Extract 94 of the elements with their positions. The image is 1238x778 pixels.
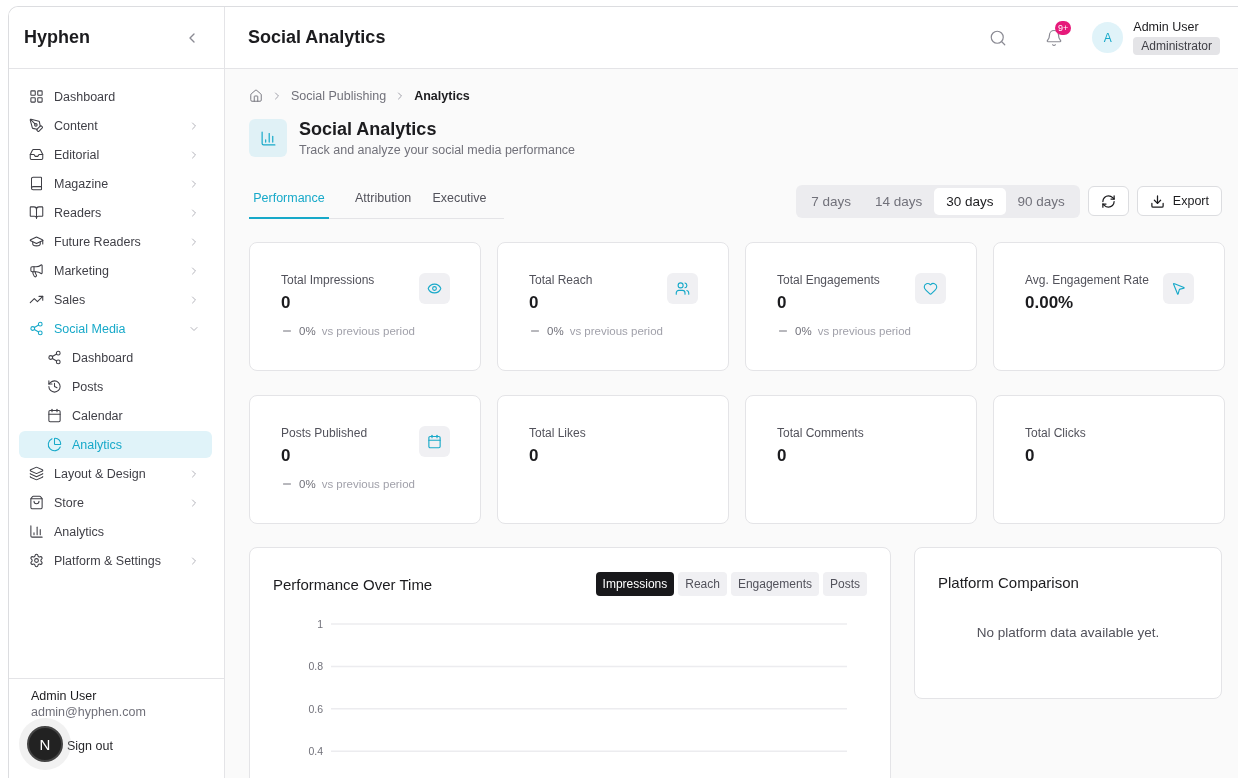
sidebar-item[interactable]: Platform & Settings: [19, 547, 212, 574]
comparison-text: vs previous period: [817, 325, 911, 337]
home-icon[interactable]: [249, 89, 263, 103]
metric-change: 0%: [299, 478, 316, 490]
metric-label: Total Likes: [529, 426, 586, 440]
bar-chart-icon: [249, 119, 287, 157]
page-title: Social Analytics: [299, 119, 438, 140]
megaphone-icon: [29, 263, 44, 278]
metric-value: 0: [529, 446, 540, 466]
sidebar-subitem[interactable]: Calendar: [19, 402, 212, 429]
metric-toggle[interactable]: Engagements: [730, 572, 819, 596]
metric-value: 0: [777, 293, 788, 313]
range-option[interactable]: 90 days: [1005, 187, 1077, 215]
refresh-icon: [1100, 193, 1116, 209]
metric-change: 0%: [547, 325, 564, 337]
comparison-text: vs previous period: [321, 325, 415, 337]
calendar-icon: [47, 408, 62, 423]
range-option[interactable]: 30 days: [934, 187, 1006, 215]
chart-title: Performance Over Time: [273, 575, 433, 593]
metric-label: Avg. Engagement Rate: [1025, 273, 1149, 287]
pen-icon: [29, 118, 44, 133]
metric-value: 0: [281, 446, 292, 466]
user-name: Admin User: [31, 689, 98, 703]
sidebar-item[interactable]: Content: [19, 112, 212, 139]
eye-icon: [419, 273, 450, 304]
graduation-cap-icon: [29, 234, 44, 249]
metric-label: Total Engagements: [777, 273, 881, 287]
pie-chart-icon: [47, 437, 62, 452]
comparison-text: vs previous period: [569, 325, 663, 337]
sidebar-item[interactable]: Magazine: [19, 170, 212, 197]
metric-value: 0.00%: [1025, 293, 1075, 313]
axis-label: 0.6: [308, 702, 323, 715]
notifications-button[interactable]: 9+: [1034, 19, 1075, 56]
metric-toggle[interactable]: Posts: [823, 572, 867, 596]
empty-message: No platform data available yet.: [975, 625, 1161, 640]
layers-icon: [29, 466, 44, 481]
share-icon: [29, 321, 44, 336]
sidebar-item[interactable]: Sales: [19, 286, 212, 313]
metric-value: 0: [281, 293, 292, 313]
brand-name: Hyphen: [24, 27, 90, 48]
breadcrumb-link[interactable]: Social Publishing: [291, 89, 387, 103]
axis-label: 0.4: [308, 745, 323, 758]
sidebar-item[interactable]: Future Readers: [19, 228, 212, 255]
sidebar-item[interactable]: Store: [19, 489, 212, 516]
metric-label: Total Reach: [529, 273, 594, 287]
sidebar-subitem[interactable]: Posts: [19, 373, 212, 400]
axis-label: 1: [317, 618, 323, 630]
axis-label: 0.8: [308, 660, 323, 673]
share-icon: [47, 350, 62, 365]
users-icon: [667, 273, 698, 304]
metric-label: Total Clicks: [1025, 426, 1086, 440]
sidebar-item[interactable]: Dashboard: [19, 83, 212, 110]
calendar-icon: [419, 426, 450, 457]
metric-label: Total Impressions: [281, 273, 376, 287]
range-option[interactable]: 7 days: [799, 187, 863, 215]
metric-toggle[interactable]: Reach: [678, 572, 727, 596]
metric-label: Total Comments: [777, 426, 864, 440]
range-option[interactable]: 14 days: [862, 187, 935, 215]
sign-out-link[interactable]: Sign out: [67, 739, 113, 753]
header-user-name: Admin User: [1133, 20, 1199, 34]
notification-count: 9+: [1055, 20, 1072, 35]
book-icon: [29, 176, 44, 191]
history-icon: [47, 379, 62, 394]
role-tag: Administrator: [1133, 37, 1220, 55]
sidebar-item[interactable]: Editorial: [19, 141, 212, 168]
metric-toggle[interactable]: Impressions: [595, 572, 675, 596]
metric-value: 0: [777, 446, 788, 466]
open-book-icon: [29, 205, 44, 220]
card-title: Platform Comparison: [938, 574, 1080, 591]
sidebar-item[interactable]: Readers: [19, 199, 212, 226]
metric-value: 0: [1025, 446, 1036, 466]
bag-icon: [29, 495, 44, 510]
search-icon: [989, 28, 1008, 47]
refresh-button[interactable]: [1087, 186, 1129, 216]
header-title: Social Analytics: [248, 27, 387, 48]
sidebar-item[interactable]: Marketing: [19, 257, 212, 284]
inbox-icon: [29, 147, 44, 162]
metric-value: 0: [529, 293, 540, 313]
download-icon: [1149, 193, 1165, 209]
export-button[interactable]: Export: [1136, 186, 1222, 216]
bar-chart-icon: [29, 524, 44, 539]
comparison-text: vs previous period: [321, 478, 415, 490]
sidebar-subitem[interactable]: Dashboard: [19, 344, 212, 371]
breadcrumb-link[interactable]: Analytics: [414, 89, 470, 103]
page-subtitle: Track and analyze your social media performance: [299, 143, 576, 157]
metric-change: 0%: [795, 325, 812, 337]
grid-icon: [29, 89, 44, 104]
sidebar-item[interactable]: Layout & Design: [19, 460, 212, 487]
metric-label: Posts Published: [281, 426, 369, 440]
cursor-icon: [1163, 273, 1194, 304]
user-email: admin@hyphen.com: [31, 705, 147, 719]
metric-change: 0%: [299, 325, 316, 337]
settings-icon: [29, 553, 44, 568]
sidebar-item[interactable]: Analytics: [19, 518, 212, 545]
